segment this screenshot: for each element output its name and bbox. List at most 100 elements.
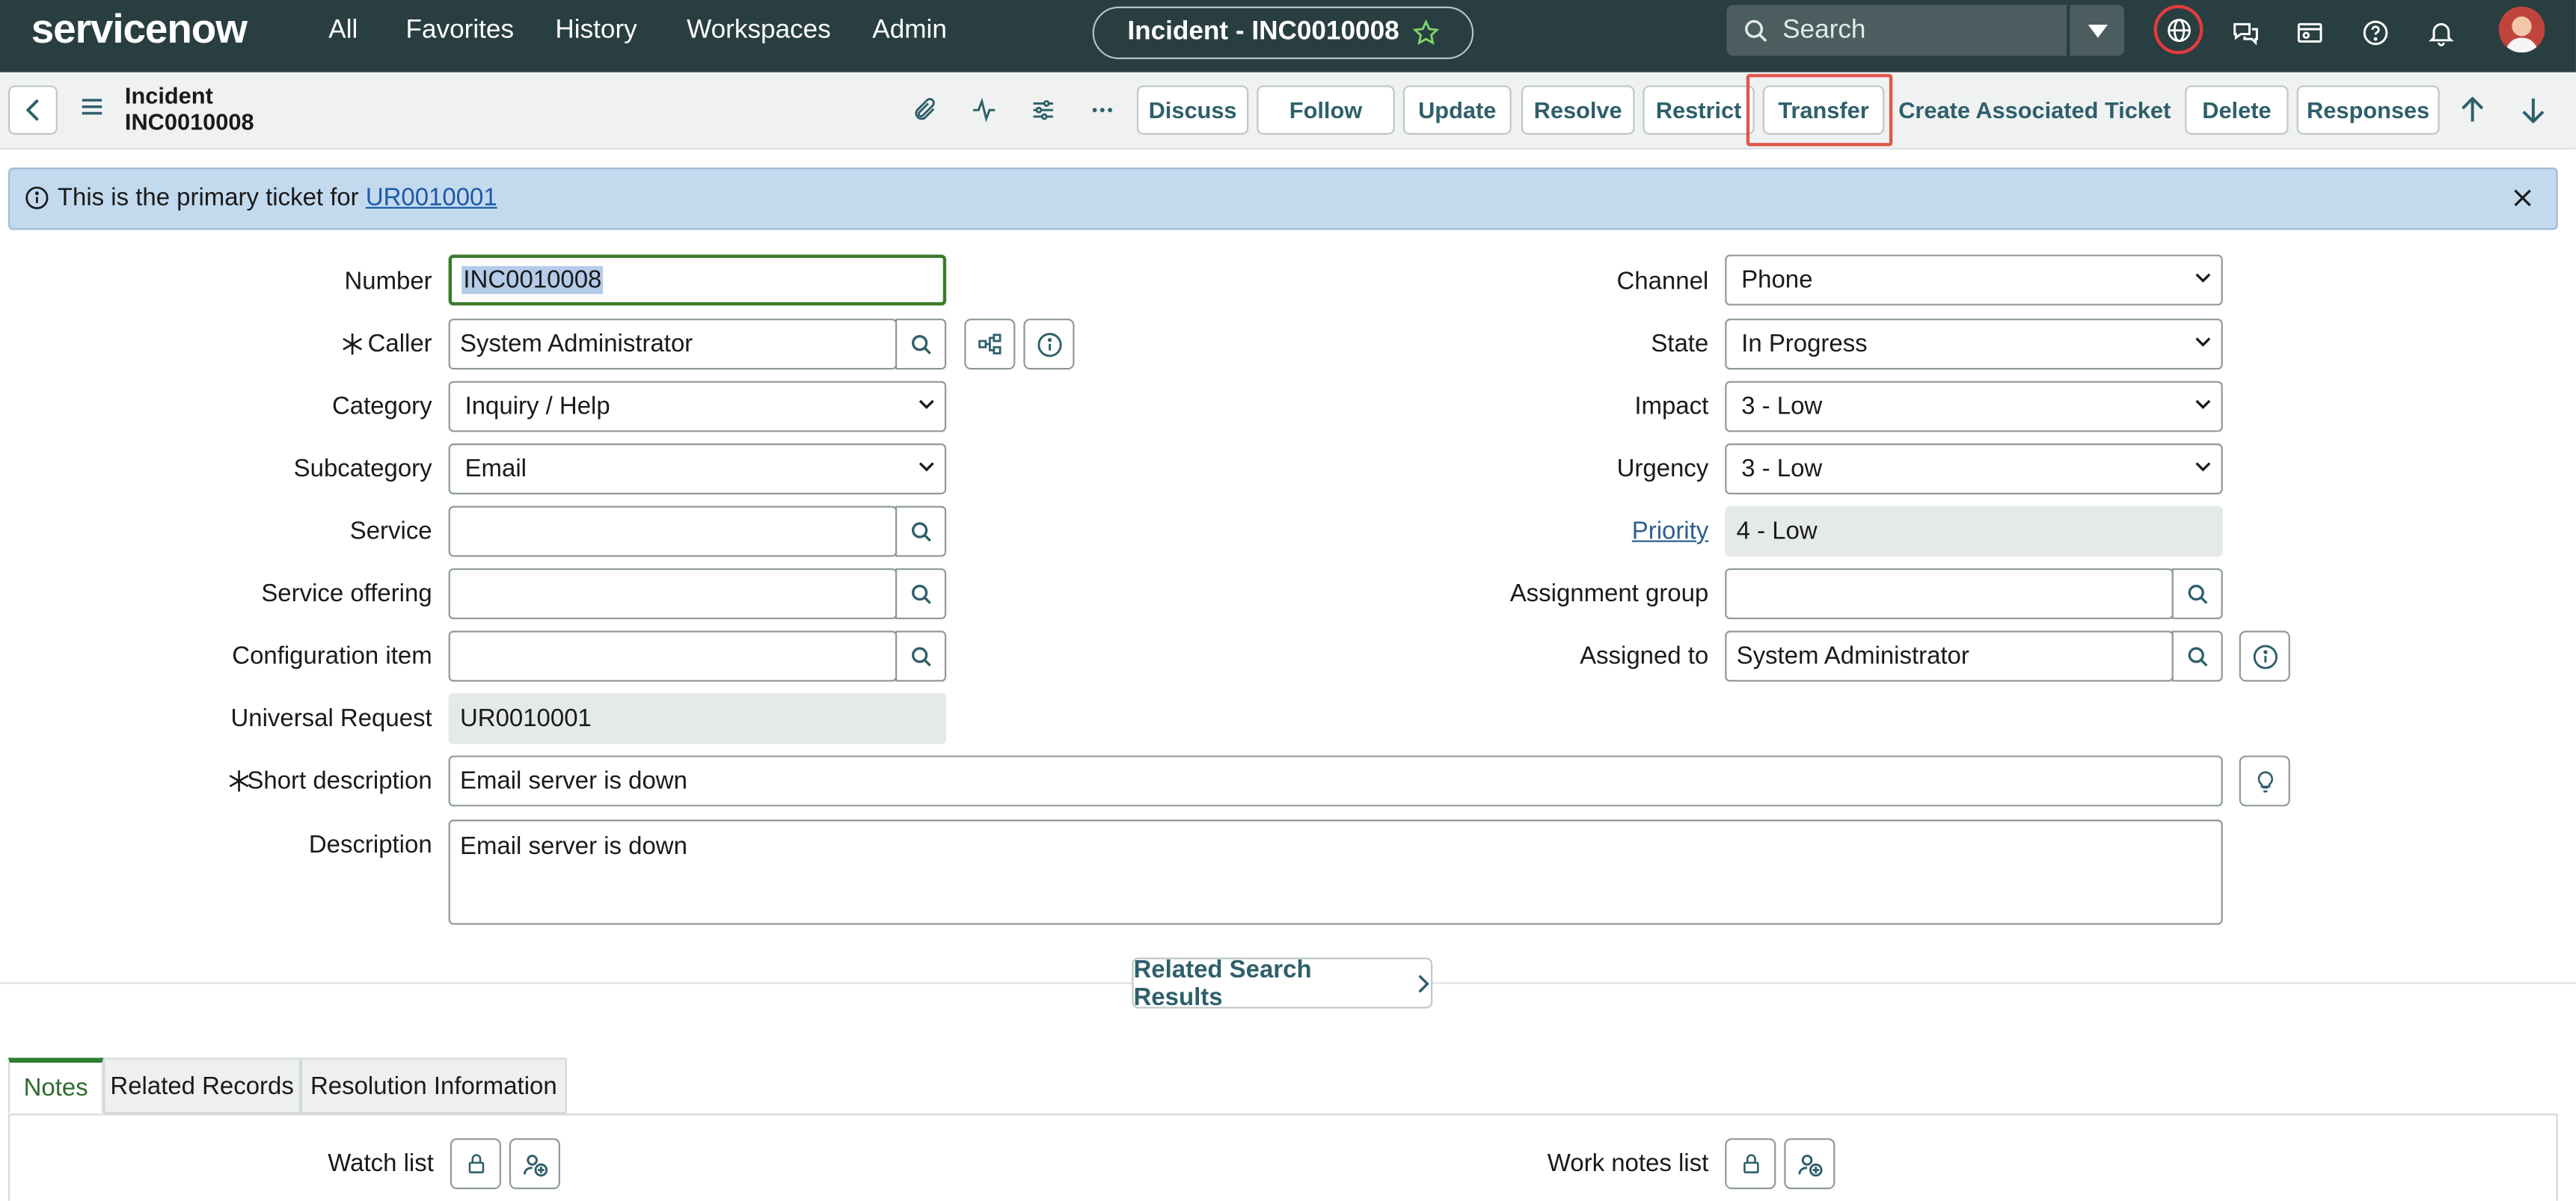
priority-field: 4 - Low: [1725, 506, 2223, 557]
banner-link[interactable]: UR0010001: [366, 184, 497, 212]
work-notes-lock-button[interactable]: [1725, 1138, 1776, 1190]
record-type: Incident: [124, 82, 213, 108]
channel-select[interactable]: Phone: [1725, 254, 2223, 306]
urgency-select[interactable]: 3 - Low: [1725, 443, 2223, 495]
activity-icon[interactable]: [966, 92, 1002, 128]
paperclip-icon[interactable]: [907, 92, 942, 128]
nav-all[interactable]: All: [328, 16, 358, 46]
universal-request-value: UR0010001: [459, 704, 592, 733]
chevron-down-icon: [919, 399, 934, 410]
caller-field[interactable]: System Administrator: [448, 319, 898, 370]
follow-button[interactable]: Follow: [1257, 85, 1395, 135]
configuration-item-lookup-button[interactable]: [895, 630, 947, 682]
menu-icon[interactable]: [81, 97, 104, 117]
description-textarea[interactable]: Email server is down: [448, 820, 2223, 925]
assigned-to-lookup-button[interactable]: [2171, 630, 2223, 682]
category-select[interactable]: Inquiry / Help: [448, 381, 947, 432]
arrow-up-icon[interactable]: [2454, 92, 2490, 128]
resolve-button[interactable]: Resolve: [1521, 85, 1635, 135]
delete-button[interactable]: Delete: [2185, 85, 2289, 135]
related-search-label: Related Search Results: [1133, 955, 1312, 1011]
impact-value: 3 - Low: [1741, 392, 1823, 421]
configuration-item-field[interactable]: [448, 630, 898, 682]
user-avatar[interactable]: [2498, 6, 2545, 53]
banner-text: This is the primary ticket for: [57, 183, 359, 212]
transfer-highlight-box: [1746, 73, 1893, 147]
caller-lookup-button[interactable]: [895, 319, 947, 370]
nav-admin[interactable]: Admin: [872, 16, 947, 46]
impact-select[interactable]: 3 - Low: [1725, 381, 2223, 432]
number-field[interactable]: INC0010008: [448, 254, 947, 306]
state-select[interactable]: In Progress: [1725, 319, 2223, 370]
close-icon[interactable]: [2513, 189, 2531, 207]
assignment-group-lookup-button[interactable]: [2171, 568, 2223, 620]
arrow-down-icon[interactable]: [2515, 92, 2551, 128]
servicenow-logo[interactable]: servicenow: [31, 7, 248, 55]
search-placeholder: Search: [1782, 15, 1866, 44]
search-icon: [910, 583, 930, 603]
subcategory-select[interactable]: Email: [448, 443, 947, 495]
info-icon: [2252, 644, 2277, 669]
back-button[interactable]: [7, 85, 58, 135]
lightbulb-icon: [2257, 770, 2272, 792]
number-value: INC0010008: [461, 265, 604, 295]
nav-history[interactable]: History: [555, 16, 637, 46]
discuss-button[interactable]: Discuss: [1136, 85, 1249, 135]
channel-label: Channel: [1616, 268, 1709, 296]
create-associated-ticket-button[interactable]: Create Associated Ticket: [1894, 85, 2175, 135]
description-label: Description: [308, 831, 432, 859]
service-offering-field[interactable]: [448, 568, 898, 620]
short-description-label: Short description: [247, 767, 432, 796]
banner-message: This is the primary ticket for UR0010001: [58, 184, 497, 212]
search-scope-dropdown[interactable]: [2070, 4, 2124, 56]
caller-info-button[interactable]: [1023, 319, 1075, 370]
state-value: In Progress: [1741, 330, 1868, 358]
restrict-button[interactable]: Restrict: [1643, 85, 1755, 135]
globe-icon[interactable]: [2157, 8, 2200, 51]
assigned-to-label: Assigned to: [1580, 642, 1709, 671]
favorite-star-icon[interactable]: [1412, 19, 1439, 46]
suggestion-button[interactable]: [2239, 755, 2290, 807]
nav-workspaces[interactable]: Workspaces: [687, 16, 831, 46]
urgency-label: Urgency: [1616, 455, 1709, 483]
tab-related-records[interactable]: Related Records: [103, 1057, 301, 1114]
watch-list-add-me-button[interactable]: [509, 1138, 560, 1190]
work-notes-add-me-button[interactable]: [1784, 1138, 1836, 1190]
priority-label-link[interactable]: Priority: [1446, 517, 1709, 545]
bell-icon[interactable]: [2420, 11, 2462, 54]
assigned-to-info-button[interactable]: [2239, 630, 2290, 682]
chevron-right-icon: [1418, 974, 1430, 992]
update-button[interactable]: Update: [1402, 85, 1512, 135]
urgency-value: 3 - Low: [1741, 455, 1823, 483]
record-title-text: Incident - INC0010008: [1127, 18, 1399, 46]
assigned-to-field[interactable]: System Administrator: [1725, 630, 2174, 682]
caller-value: System Administrator: [459, 330, 693, 358]
assignment-group-field[interactable]: [1725, 568, 2174, 620]
tab-notes[interactable]: Notes: [7, 1057, 104, 1114]
related-search-results-button[interactable]: Related Search Results: [1132, 955, 1433, 1011]
tab-resolution-information[interactable]: Resolution Information: [300, 1057, 567, 1114]
card-icon[interactable]: [2289, 11, 2331, 54]
category-value: Inquiry / Help: [464, 392, 610, 421]
nav-favorites[interactable]: Favorites: [406, 16, 515, 46]
global-search-input[interactable]: Search: [1726, 4, 2067, 56]
short-description-field[interactable]: Email server is down: [448, 755, 2223, 807]
chat-icon[interactable]: [2224, 11, 2267, 54]
short-description-value: Email server is down: [459, 767, 687, 796]
more-icon[interactable]: [1085, 92, 1120, 128]
service-offering-lookup-button[interactable]: [895, 568, 947, 620]
assignment-group-label: Assignment group: [1509, 580, 1709, 608]
watch-list-lock-button[interactable]: [450, 1138, 501, 1190]
service-label: Service: [349, 517, 432, 546]
subcategory-value: Email: [464, 455, 527, 483]
universal-request-label: Universal Request: [230, 704, 432, 733]
record-title-pill[interactable]: Incident - INC0010008: [1092, 6, 1474, 60]
subcategory-label: Subcategory: [293, 455, 432, 483]
caret-down-icon: [2087, 23, 2107, 37]
sliders-icon[interactable]: [1025, 92, 1061, 128]
help-icon[interactable]: [2354, 11, 2396, 54]
responses-button[interactable]: Responses: [2296, 85, 2440, 135]
service-field[interactable]: [448, 506, 898, 557]
service-lookup-button[interactable]: [895, 506, 947, 557]
dependency-button[interactable]: [964, 319, 1016, 370]
